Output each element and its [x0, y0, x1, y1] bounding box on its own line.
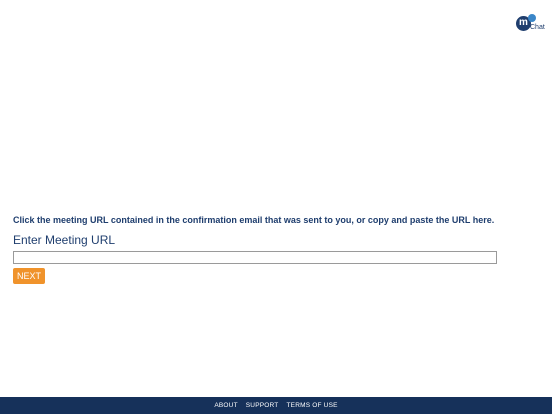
footer: ABOUT SUPPORT TERMS OF USE: [0, 397, 552, 414]
footer-link-support[interactable]: SUPPORT: [246, 397, 279, 414]
next-button[interactable]: NEXT: [13, 268, 45, 284]
meeting-url-input[interactable]: [13, 251, 497, 264]
footer-link-terms[interactable]: TERMS OF USE: [286, 397, 337, 414]
logo-text: Chat: [530, 24, 545, 31]
footer-link-about[interactable]: ABOUT: [214, 397, 237, 414]
mchat-logo-icon: m Chat: [516, 14, 548, 34]
instruction-text: Click the meeting URL contained in the c…: [13, 215, 495, 225]
logo-dot: [528, 14, 536, 22]
meeting-url-label: Enter Meeting URL: [13, 233, 116, 247]
